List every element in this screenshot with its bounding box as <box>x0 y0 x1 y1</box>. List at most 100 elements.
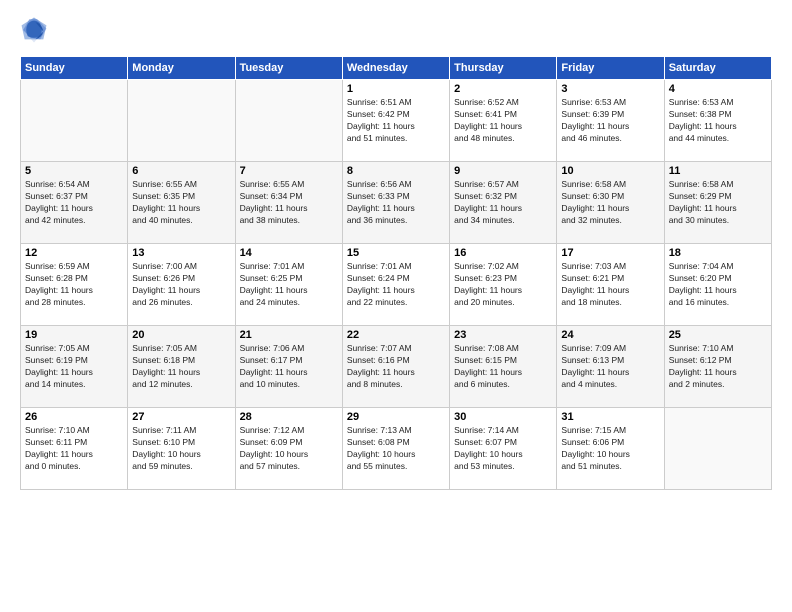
day-number: 5 <box>25 165 123 177</box>
day-cell: 21Sunrise: 7:06 AM Sunset: 6:17 PM Dayli… <box>235 326 342 408</box>
day-info: Sunrise: 7:14 AM Sunset: 6:07 PM Dayligh… <box>454 425 552 473</box>
day-number: 15 <box>347 247 445 259</box>
day-info: Sunrise: 6:57 AM Sunset: 6:32 PM Dayligh… <box>454 179 552 227</box>
day-cell: 6 Sunrise: 6:55 AM Sunset: 6:35 PM Daylig… <box>128 162 235 244</box>
day-number: 26 <box>25 411 123 423</box>
day-number: 9 <box>454 165 552 177</box>
day-cell: 27 Sunrise: 7:11 AM Sunset: 6:10 PM Dayli… <box>128 408 235 490</box>
day-cell: 13Sunrise: 7:00 AM Sunset: 6:26 PM Dayli… <box>128 244 235 326</box>
day-number: 27 <box>132 411 230 423</box>
day-cell: 9 Sunrise: 6:57 AM Sunset: 6:32 PM Daylig… <box>450 162 557 244</box>
day-info: Sunrise: 7:10 AM Sunset: 6:11 PM Dayligh… <box>25 425 123 473</box>
day-cell: 25 Sunrise: 7:10 AM Sunset: 6:12 PM Dayli… <box>664 326 771 408</box>
day-number: 7 <box>240 165 338 177</box>
day-number: 28 <box>240 411 338 423</box>
day-cell <box>664 408 771 490</box>
day-cell <box>21 80 128 162</box>
day-number: 14 <box>240 247 338 259</box>
day-info: Sunrise: 6:59 AM Sunset: 6:28 PM Dayligh… <box>25 261 123 309</box>
day-number: 29 <box>347 411 445 423</box>
day-number: 25 <box>669 329 767 341</box>
day-info: Sunrise: 6:56 AM Sunset: 6:33 PM Dayligh… <box>347 179 445 227</box>
day-number: 11 <box>669 165 767 177</box>
page: SundayMondayTuesdayWednesdayThursdayFrid… <box>0 0 792 612</box>
day-number: 30 <box>454 411 552 423</box>
day-cell: 7Sunrise: 6:55 AM Sunset: 6:34 PM Daylig… <box>235 162 342 244</box>
day-info: Sunrise: 7:07 AM Sunset: 6:16 PM Dayligh… <box>347 343 445 391</box>
day-cell: 5 Sunrise: 6:54 AM Sunset: 6:37 PM Daylig… <box>21 162 128 244</box>
day-cell: 26 Sunrise: 7:10 AM Sunset: 6:11 PM Dayli… <box>21 408 128 490</box>
weekday-monday: Monday <box>128 57 235 80</box>
day-cell: 2 Sunrise: 6:52 AM Sunset: 6:41 PM Daylig… <box>450 80 557 162</box>
day-cell: 14 Sunrise: 7:01 AM Sunset: 6:25 PM Dayli… <box>235 244 342 326</box>
day-cell: 18 Sunrise: 7:04 AM Sunset: 6:20 PM Dayli… <box>664 244 771 326</box>
day-cell: 20Sunrise: 7:05 AM Sunset: 6:18 PM Dayli… <box>128 326 235 408</box>
day-info: Sunrise: 7:12 AM Sunset: 6:09 PM Dayligh… <box>240 425 338 473</box>
day-cell: 16 Sunrise: 7:02 AM Sunset: 6:23 PM Dayli… <box>450 244 557 326</box>
day-number: 24 <box>561 329 659 341</box>
weekday-saturday: Saturday <box>664 57 771 80</box>
day-number: 23 <box>454 329 552 341</box>
weekday-sunday: Sunday <box>21 57 128 80</box>
weekday-header-row: SundayMondayTuesdayWednesdayThursdayFrid… <box>21 57 772 80</box>
day-cell: 22 Sunrise: 7:07 AM Sunset: 6:16 PM Dayli… <box>342 326 449 408</box>
day-number: 6 <box>132 165 230 177</box>
day-info: Sunrise: 7:02 AM Sunset: 6:23 PM Dayligh… <box>454 261 552 309</box>
day-info: Sunrise: 6:53 AM Sunset: 6:39 PM Dayligh… <box>561 97 659 145</box>
day-info: Sunrise: 6:55 AM Sunset: 6:35 PM Dayligh… <box>132 179 230 227</box>
week-row-4: 19 Sunrise: 7:05 AM Sunset: 6:19 PM Dayli… <box>21 326 772 408</box>
logo-icon <box>20 16 48 44</box>
day-number: 3 <box>561 83 659 95</box>
day-number: 19 <box>25 329 123 341</box>
day-info: Sunrise: 7:09 AM Sunset: 6:13 PM Dayligh… <box>561 343 659 391</box>
day-cell: 4 Sunrise: 6:53 AM Sunset: 6:38 PM Daylig… <box>664 80 771 162</box>
day-info: Sunrise: 7:08 AM Sunset: 6:15 PM Dayligh… <box>454 343 552 391</box>
day-info: Sunrise: 7:15 AM Sunset: 6:06 PM Dayligh… <box>561 425 659 473</box>
day-number: 16 <box>454 247 552 259</box>
day-number: 22 <box>347 329 445 341</box>
day-number: 18 <box>669 247 767 259</box>
header <box>20 16 772 44</box>
day-cell: 30 Sunrise: 7:14 AM Sunset: 6:07 PM Dayli… <box>450 408 557 490</box>
week-row-2: 5 Sunrise: 6:54 AM Sunset: 6:37 PM Daylig… <box>21 162 772 244</box>
day-number: 4 <box>669 83 767 95</box>
weekday-friday: Friday <box>557 57 664 80</box>
day-info: Sunrise: 6:53 AM Sunset: 6:38 PM Dayligh… <box>669 97 767 145</box>
day-info: Sunrise: 6:58 AM Sunset: 6:30 PM Dayligh… <box>561 179 659 227</box>
day-number: 2 <box>454 83 552 95</box>
day-cell: 24 Sunrise: 7:09 AM Sunset: 6:13 PM Dayli… <box>557 326 664 408</box>
day-info: Sunrise: 6:58 AM Sunset: 6:29 PM Dayligh… <box>669 179 767 227</box>
day-cell: 8 Sunrise: 6:56 AM Sunset: 6:33 PM Daylig… <box>342 162 449 244</box>
day-info: Sunrise: 7:04 AM Sunset: 6:20 PM Dayligh… <box>669 261 767 309</box>
day-cell: 29 Sunrise: 7:13 AM Sunset: 6:08 PM Dayli… <box>342 408 449 490</box>
day-info: Sunrise: 7:10 AM Sunset: 6:12 PM Dayligh… <box>669 343 767 391</box>
day-cell: 31 Sunrise: 7:15 AM Sunset: 6:06 PM Dayli… <box>557 408 664 490</box>
day-number: 1 <box>347 83 445 95</box>
day-info: Sunrise: 6:52 AM Sunset: 6:41 PM Dayligh… <box>454 97 552 145</box>
day-cell: 28 Sunrise: 7:12 AM Sunset: 6:09 PM Dayli… <box>235 408 342 490</box>
week-row-5: 26 Sunrise: 7:10 AM Sunset: 6:11 PM Dayli… <box>21 408 772 490</box>
day-cell <box>235 80 342 162</box>
day-cell: 19 Sunrise: 7:05 AM Sunset: 6:19 PM Dayli… <box>21 326 128 408</box>
day-info: Sunrise: 6:54 AM Sunset: 6:37 PM Dayligh… <box>25 179 123 227</box>
day-cell: 3 Sunrise: 6:53 AM Sunset: 6:39 PM Daylig… <box>557 80 664 162</box>
day-info: Sunrise: 7:01 AM Sunset: 6:25 PM Dayligh… <box>240 261 338 309</box>
day-number: 13 <box>132 247 230 259</box>
week-row-1: 1Sunrise: 6:51 AM Sunset: 6:42 PM Daylig… <box>21 80 772 162</box>
weekday-thursday: Thursday <box>450 57 557 80</box>
day-cell: 12Sunrise: 6:59 AM Sunset: 6:28 PM Dayli… <box>21 244 128 326</box>
day-number: 8 <box>347 165 445 177</box>
weekday-tuesday: Tuesday <box>235 57 342 80</box>
day-cell: 11 Sunrise: 6:58 AM Sunset: 6:29 PM Dayli… <box>664 162 771 244</box>
day-info: Sunrise: 7:01 AM Sunset: 6:24 PM Dayligh… <box>347 261 445 309</box>
logo <box>20 16 52 44</box>
day-info: Sunrise: 7:11 AM Sunset: 6:10 PM Dayligh… <box>132 425 230 473</box>
day-info: Sunrise: 7:13 AM Sunset: 6:08 PM Dayligh… <box>347 425 445 473</box>
day-info: Sunrise: 7:06 AM Sunset: 6:17 PM Dayligh… <box>240 343 338 391</box>
day-number: 31 <box>561 411 659 423</box>
day-cell: 17Sunrise: 7:03 AM Sunset: 6:21 PM Dayli… <box>557 244 664 326</box>
day-number: 10 <box>561 165 659 177</box>
day-cell: 1Sunrise: 6:51 AM Sunset: 6:42 PM Daylig… <box>342 80 449 162</box>
day-info: Sunrise: 7:05 AM Sunset: 6:19 PM Dayligh… <box>25 343 123 391</box>
day-number: 17 <box>561 247 659 259</box>
